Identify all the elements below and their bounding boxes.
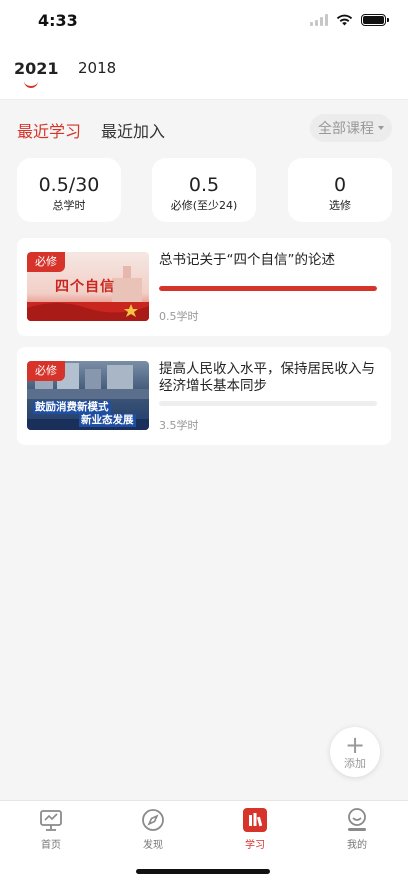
tab-label: 首页 <box>41 840 61 851</box>
home-indicator <box>136 869 270 874</box>
course-progress-bar <box>159 286 377 291</box>
required-badge: 必修 <box>27 252 65 272</box>
tab-recent-study[interactable]: 最近学习 <box>17 118 81 142</box>
compass-icon <box>140 807 166 833</box>
tab-study[interactable]: 学习 <box>225 807 285 851</box>
wifi-icon <box>336 14 353 26</box>
battery-icon <box>361 14 389 26</box>
course-hours: 0.5学时 <box>159 310 199 323</box>
year-tab-bar: 2021 2018 <box>0 44 408 100</box>
stat-label: 选修 <box>329 199 351 212</box>
tab-year-label: 2021 <box>14 59 59 78</box>
stat-label: 必修(至少24) <box>170 199 238 212</box>
sub-tab-bar: 最近学习 最近加入 全部课程 <box>0 114 408 144</box>
course-title: 提高人民收入水平，保持居民收入与经济增长基本同步 <box>159 361 375 394</box>
monitor-icon <box>38 807 64 833</box>
books-icon <box>242 807 268 833</box>
tab-year-2021[interactable]: 2021 <box>14 59 59 88</box>
course-title: 总书记关于“四个自信”的论述 <box>159 252 335 268</box>
tab-year-2018[interactable]: 2018 <box>78 59 116 77</box>
thumbnail-caption: 四个自信 <box>55 279 115 295</box>
plus-icon: + <box>344 731 366 759</box>
add-button-label: 添加 <box>344 757 366 770</box>
status-icons <box>310 14 389 26</box>
tab-year-label: 2018 <box>78 59 117 77</box>
caret-down-icon <box>378 126 384 130</box>
tab-label: 学习 <box>245 840 265 851</box>
stat-total-hours: 0.5/30 总学时 <box>17 158 121 222</box>
course-thumbnail: 四个自信 必修 <box>27 252 149 321</box>
course-filter-dropdown[interactable]: 全部课程 <box>310 114 392 142</box>
tab-label: 我的 <box>347 840 367 851</box>
signal-icon <box>310 14 328 26</box>
stat-label: 总学时 <box>52 199 86 212</box>
course-progress-bar <box>159 401 377 406</box>
stat-value: 0.5/30 <box>38 174 100 196</box>
tab-mine[interactable]: 我的 <box>327 807 387 851</box>
stat-value: 0 <box>333 174 347 196</box>
tab-discover[interactable]: 发现 <box>123 807 183 851</box>
filter-label: 全部课程 <box>318 121 374 137</box>
course-thumbnail: 鼓励消费新模式 新业态发展 必修 <box>27 361 149 430</box>
thumbnail-caption: 鼓励消费新模式 <box>33 401 111 414</box>
course-hours: 3.5学时 <box>159 419 199 432</box>
course-progress-fill <box>159 286 377 291</box>
add-course-button[interactable]: + 添加 <box>330 727 380 777</box>
stat-required-hours: 0.5 必修(至少24) <box>152 158 256 222</box>
course-card[interactable]: 鼓励消费新模式 新业态发展 必修 提高人民收入水平，保持居民收入与经济增长基本同… <box>17 347 391 445</box>
thumbnail-caption: 新业态发展 <box>79 414 136 427</box>
tab-home[interactable]: 首页 <box>21 807 81 851</box>
stat-elective-hours: 0 选修 <box>288 158 392 222</box>
stat-value: 0.5 <box>188 174 220 196</box>
status-time: 4:33 <box>38 11 78 30</box>
person-icon <box>344 807 370 833</box>
tab-label: 发现 <box>143 840 163 851</box>
status-bar: 4:33 <box>0 0 408 44</box>
active-tab-indicator <box>24 81 38 88</box>
tab-recent-added[interactable]: 最近加入 <box>101 118 165 142</box>
required-badge: 必修 <box>27 361 65 381</box>
course-card[interactable]: 四个自信 必修 总书记关于“四个自信”的论述 0.5学时 <box>17 238 391 336</box>
